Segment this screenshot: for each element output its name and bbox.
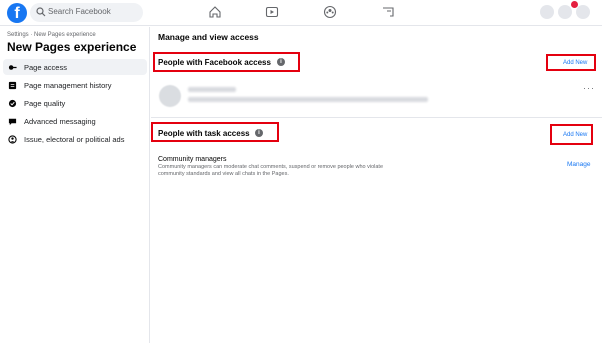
community-managers-title: Community managers	[158, 156, 227, 163]
add-task-access-button[interactable]: Add New	[563, 132, 587, 138]
messenger-icon[interactable]	[558, 5, 572, 19]
avatar	[159, 85, 181, 107]
ads-icon	[8, 135, 17, 144]
task-access-title: People with task access	[158, 129, 250, 138]
sidebar-item-page-quality[interactable]: Page quality	[3, 95, 147, 111]
sidebar-item-page-management-history[interactable]: Page management history	[3, 77, 147, 93]
sidebar-title: New Pages experience	[7, 40, 137, 54]
page-access-panel: Manage and view access People with Faceb…	[151, 27, 602, 343]
history-icon	[8, 81, 17, 90]
notification-badge	[571, 1, 578, 8]
community-managers-description: Community managers can moderate chat com…	[158, 164, 384, 177]
search-bar[interactable]: Search Facebook	[30, 3, 143, 22]
manage-button[interactable]: Manage	[567, 161, 591, 168]
add-facebook-access-button[interactable]: Add New	[563, 60, 587, 66]
search-icon	[36, 7, 46, 17]
facebook-logo[interactable]: f	[7, 3, 27, 23]
sidebar-item-label: Page quality	[24, 99, 66, 108]
notifications-icon[interactable]	[576, 5, 590, 19]
home-icon[interactable]	[208, 5, 222, 19]
breadcrumb[interactable]: Settings · New Pages experience	[7, 32, 96, 38]
facebook-access-title: People with Facebook access	[158, 58, 271, 67]
menu-icon[interactable]	[540, 5, 554, 19]
top-navigation-bar: f Search Facebook	[0, 0, 602, 26]
sidebar-item-label: Page management history	[24, 81, 112, 90]
sidebar-item-advanced-messaging[interactable]: Advanced messaging	[3, 113, 147, 129]
quality-icon	[8, 99, 17, 108]
key-icon	[8, 65, 17, 70]
info-icon[interactable]: i	[277, 58, 285, 66]
groups-icon[interactable]	[323, 5, 337, 19]
search-placeholder: Search Facebook	[48, 7, 111, 16]
more-options-button[interactable]: ···	[583, 83, 595, 93]
gaming-icon[interactable]	[381, 5, 395, 19]
sidebar-item-political-ads[interactable]: Issue, electoral or political ads	[3, 131, 147, 147]
person-detail-redacted	[188, 97, 428, 102]
section-divider	[151, 117, 602, 118]
watch-icon[interactable]	[265, 5, 279, 19]
page-title: Manage and view access	[158, 32, 259, 42]
sidebar-item-label: Page access	[24, 63, 67, 72]
sidebar-item-label: Issue, electoral or political ads	[24, 135, 125, 144]
settings-sidebar: Settings · New Pages experience New Page…	[0, 27, 150, 343]
sidebar-item-label: Advanced messaging	[24, 117, 96, 126]
info-icon[interactable]: i	[255, 129, 263, 137]
person-name-redacted	[188, 87, 236, 92]
messaging-icon	[8, 118, 17, 126]
sidebar-item-page-access[interactable]: Page access	[3, 59, 147, 75]
